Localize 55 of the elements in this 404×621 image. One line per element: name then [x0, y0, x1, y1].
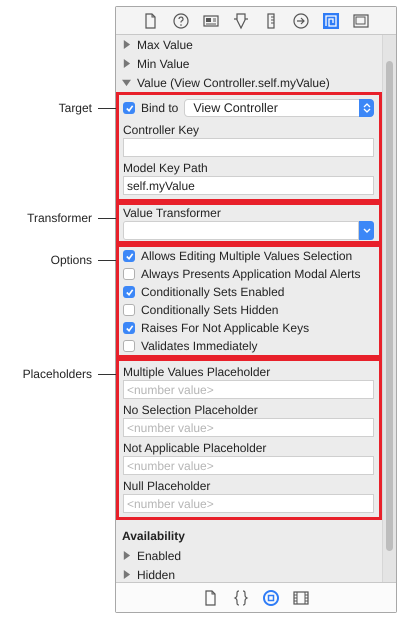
disclosure-label[interactable]: Min Value [137, 56, 190, 70]
checkbox[interactable] [123, 250, 135, 262]
checkbox[interactable] [123, 340, 135, 352]
spiral-icon[interactable] [322, 12, 340, 30]
disclosure-label[interactable]: Enabled [137, 548, 182, 562]
checkbox-label: Bind to [141, 101, 178, 115]
disclosure-label[interactable]: Max Value [137, 38, 193, 52]
help-icon[interactable] [172, 12, 190, 30]
input-field[interactable] [123, 138, 374, 157]
checkbox-label: Always Presents Application Modal Alerts [141, 267, 360, 281]
disclosure-triangle-icon[interactable] [122, 78, 131, 87]
checkbox[interactable] [123, 102, 135, 114]
field-label: Null Placeholder [123, 478, 212, 494]
input-field[interactable]: <number value> [123, 456, 374, 475]
disclosure-label[interactable]: Hidden [137, 568, 176, 582]
field-label: Multiple Values Placeholder [123, 364, 272, 380]
checkbox-label: Raises For Not Applicable Keys [141, 321, 310, 335]
input-field[interactable]: <number value> [123, 418, 374, 437]
braces-icon[interactable] [232, 588, 250, 606]
popup-button[interactable]: View Controller [184, 99, 374, 117]
disclosure-triangle-icon[interactable] [122, 40, 131, 49]
checkbox[interactable] [123, 268, 135, 280]
disclosure-triangle-icon[interactable] [122, 570, 131, 579]
callout-label: Transformer [27, 211, 92, 225]
window-icon[interactable] [352, 12, 370, 30]
input-field[interactable]: self.myValue [123, 176, 374, 195]
checkbox[interactable] [123, 304, 135, 316]
combo-field[interactable] [123, 221, 360, 240]
callout-label: Placeholders [22, 367, 92, 381]
section-heading: Availability [121, 528, 186, 545]
film-strip-icon[interactable] [292, 588, 310, 606]
disclosure-triangle-icon[interactable] [122, 59, 131, 68]
checkbox-label: Conditionally Sets Enabled [141, 285, 284, 299]
field-label: No Selection Placeholder [123, 402, 259, 418]
field-label: Controller Key [123, 122, 200, 138]
scroll-thumb[interactable] [386, 61, 394, 551]
chevron-down-icon[interactable] [359, 221, 374, 240]
checkbox[interactable] [123, 322, 135, 334]
field-label: Model Key Path [123, 160, 209, 176]
field-label: Value Transformer [123, 205, 222, 221]
checkbox-label: Validates Immediately [141, 339, 258, 353]
checkbox-label: Allows Editing Multiple Values Selection [141, 249, 352, 263]
callout-label: Options [50, 253, 92, 267]
checkbox[interactable] [123, 286, 135, 298]
stepper-icon [359, 99, 374, 117]
arrow-circle-icon[interactable] [292, 12, 310, 30]
scrollbar[interactable] [382, 35, 396, 582]
input-field[interactable]: <number value> [123, 380, 374, 399]
callout-label: Target [58, 101, 92, 115]
target-icon[interactable] [262, 588, 280, 606]
checkbox-label: Conditionally Sets Hidden [141, 303, 278, 317]
field-label: Not Applicable Placeholder [123, 440, 268, 456]
input-field[interactable]: <number value> [123, 494, 374, 513]
disclosure-triangle-icon[interactable] [122, 551, 131, 560]
disclosure-label[interactable]: Value (View Controller.self.myValue) [137, 76, 330, 90]
